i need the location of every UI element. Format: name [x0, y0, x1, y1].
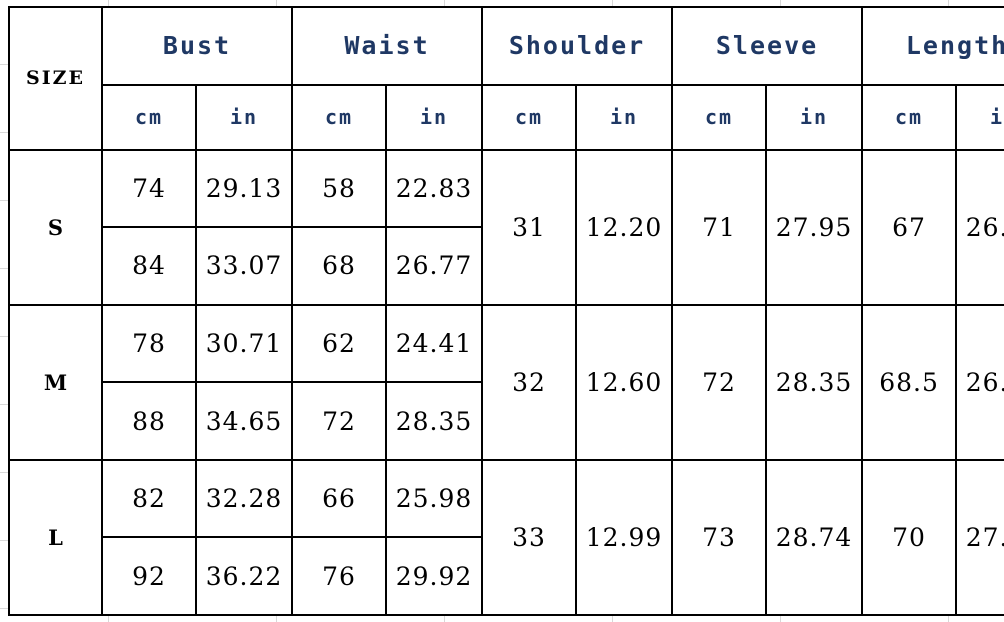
cell-l-bust-max-in: 36.22: [195, 536, 293, 616]
header-row-units: cm in cm in cm in cm in cm in: [9, 83, 1004, 151]
cell-m-waist-max-cm: 72: [291, 381, 387, 461]
header-unit-length-cm: cm: [861, 83, 958, 151]
header-unit-bust-in: in: [195, 83, 293, 151]
size-chart-table: SIZE Bust Waist Shoulder Sleeve Length c…: [8, 6, 1004, 617]
cell-l-bust-min-cm: 82: [101, 458, 197, 539]
cell-m-bust-max-cm: 88: [101, 381, 197, 461]
cell-m-shoulder-cm: 32: [481, 303, 578, 461]
header-group-shoulder: Shoulder: [481, 6, 674, 86]
table-row: L 82 32.28 66 25.98 33 12.99 73 28.74 70…: [8, 458, 1004, 617]
cell-s-bust-min-cm: 74: [101, 148, 197, 229]
header-group-length: Length: [861, 6, 1004, 86]
cell-s-sleeve-cm: 71: [671, 148, 768, 306]
cell-s-waist-min-cm: 58: [291, 148, 387, 229]
size-label-m: M: [8, 303, 103, 461]
cell-l-bust-max-cm: 92: [101, 536, 197, 616]
size-label-l: L: [8, 458, 103, 617]
header-unit-length-in: in: [955, 83, 1004, 151]
header-unit-waist-in: in: [384, 83, 484, 151]
cell-s-shoulder-in: 12.20: [575, 148, 674, 306]
cell-m-bust-max-in: 34.65: [195, 381, 293, 461]
size-label-s: S: [8, 148, 103, 306]
cell-m-length-in: 26.97: [955, 303, 1004, 461]
cell-m-bust-min-in: 30.71: [195, 303, 293, 384]
cell-l-length-in: 27.56: [955, 458, 1004, 617]
cell-m-length-cm: 68.5: [861, 303, 958, 461]
cell-m-bust-min-cm: 78: [101, 303, 197, 384]
header-unit-sleeve-in: in: [765, 83, 864, 151]
cell-l-length-cm: 70: [861, 458, 958, 617]
header-group-bust: Bust: [101, 6, 293, 86]
header-unit-shoulder-cm: cm: [481, 83, 578, 151]
cell-l-waist-max-in: 29.92: [384, 536, 484, 616]
cell-s-length-cm: 67: [861, 148, 958, 306]
cell-m-shoulder-in: 12.60: [575, 303, 674, 461]
cell-l-shoulder-in: 12.99: [575, 458, 674, 617]
cell-s-waist-max-cm: 68: [291, 226, 387, 306]
header-unit-waist-cm: cm: [291, 83, 387, 151]
header-group-sleeve: Sleeve: [671, 6, 864, 86]
cell-m-sleeve-in: 28.35: [765, 303, 864, 461]
cell-l-sleeve-in: 28.74: [765, 458, 864, 617]
cell-m-sleeve-cm: 72: [671, 303, 768, 461]
header-size: SIZE: [8, 6, 103, 151]
header-row-groups: SIZE Bust Waist Shoulder Sleeve Length: [8, 6, 1004, 151]
size-chart-container: SIZE Bust Waist Shoulder Sleeve Length c…: [8, 6, 1004, 617]
cell-l-waist-min-in: 25.98: [384, 458, 484, 539]
cell-l-waist-max-cm: 76: [291, 536, 387, 616]
header-unit-bust-cm: cm: [101, 83, 197, 151]
cell-s-waist-min-in: 22.83: [384, 148, 484, 229]
table-row: S 74 29.13 58 22.83 31 12.20 71 27.95 67…: [8, 148, 1004, 306]
cell-s-length-in: 26.38: [955, 148, 1004, 306]
cell-s-sleeve-in: 27.95: [765, 148, 864, 306]
cell-m-waist-max-in: 28.35: [384, 381, 484, 461]
cell-l-waist-min-cm: 66: [291, 458, 387, 539]
cell-s-shoulder-cm: 31: [481, 148, 578, 306]
header-group-waist: Waist: [290, 6, 484, 86]
table-row: M 78 30.71 62 24.41 32 12.60 72 28.35 68…: [8, 303, 1004, 461]
cell-l-sleeve-cm: 73: [671, 458, 768, 617]
cell-s-bust-max-in: 33.07: [195, 226, 293, 306]
cell-s-bust-min-in: 29.13: [195, 148, 293, 229]
header-unit-sleeve-cm: cm: [671, 83, 768, 151]
cell-m-waist-min-cm: 62: [291, 303, 387, 384]
cell-s-bust-max-cm: 84: [101, 226, 197, 306]
cell-m-waist-min-in: 24.41: [384, 303, 484, 384]
cell-s-waist-max-in: 26.77: [384, 226, 484, 306]
header-unit-shoulder-in: in: [575, 83, 674, 151]
cell-l-shoulder-cm: 33: [481, 458, 578, 617]
cell-l-bust-min-in: 32.28: [195, 458, 293, 539]
